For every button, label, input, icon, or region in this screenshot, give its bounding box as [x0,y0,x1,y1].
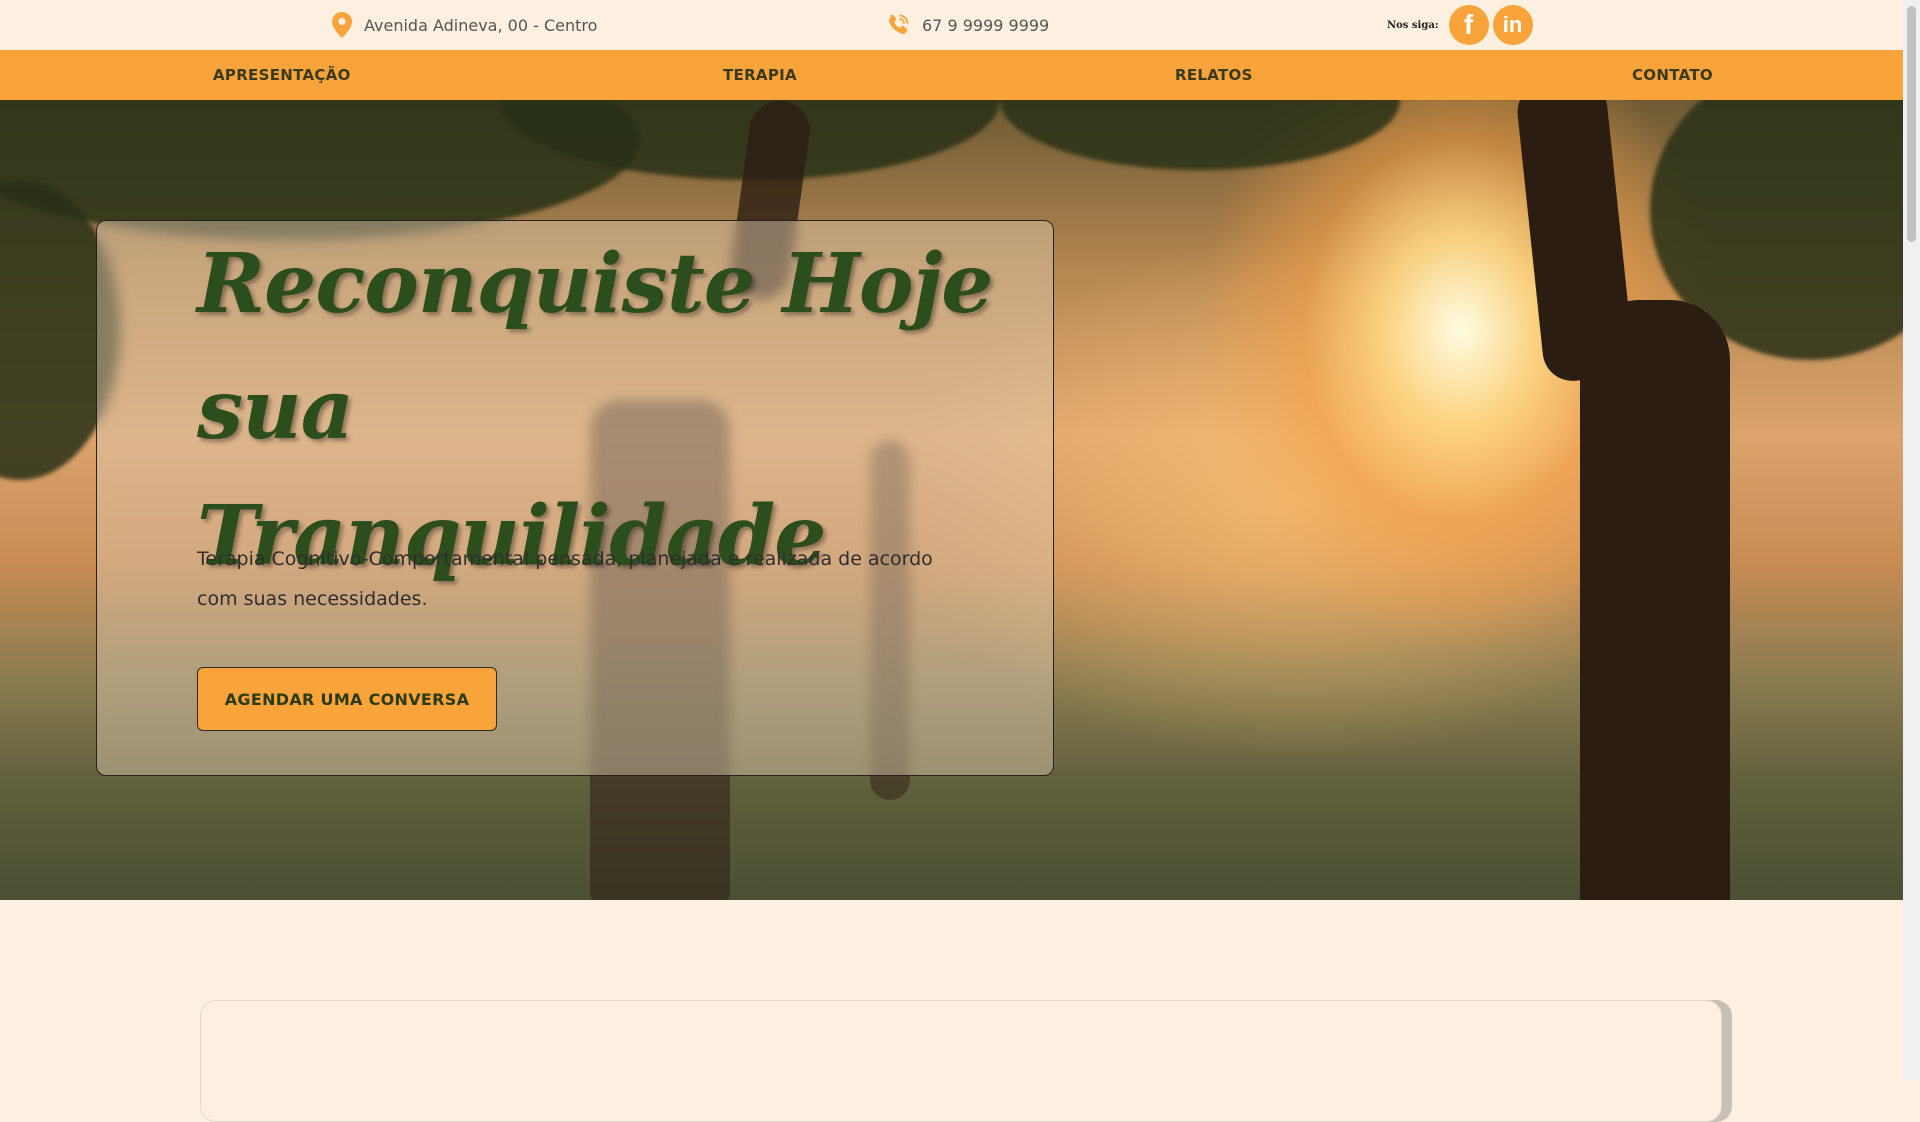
phone-icon [888,14,909,35]
social-links: Nos siga: f in [1387,0,1533,50]
linkedin-button[interactable]: in [1492,5,1533,45]
main-navigation: APRESENTAÇÃO TERAPIA RELATOS CONTATO [0,50,1903,100]
schedule-conversation-button[interactable]: AGENDAR UMA CONVERSA [197,667,497,731]
hero-headline-line1: Reconquiste Hoje [197,236,993,332]
nav-item-apresentacao[interactable]: APRESENTAÇÃO [213,50,351,100]
phone-text: 67 9 9999 9999 [922,15,1050,35]
content-panel [200,1000,1722,1122]
hero-section: Reconquiste Hoje sua Tranquilidade Terap… [0,100,1903,900]
scrollbar-thumb[interactable] [1907,6,1916,242]
hero-lead-text: Terapia Cognitivo-Comportamental pensada… [197,548,933,610]
linkedin-icon: in [1502,12,1523,37]
social-label: Nos siga: [1387,19,1439,31]
facebook-button[interactable]: f [1448,5,1489,45]
phone-info[interactable]: 67 9 9999 9999 [886,0,1049,50]
top-info-bar: Avenida Adineva, 00 - Centro 67 9 9999 9… [0,0,1903,50]
page-scrollbar[interactable] [1903,0,1920,1080]
address-text: Avenida Adineva, 00 - Centro [364,15,598,35]
location-pin-icon [332,12,352,38]
facebook-icon: f [1463,9,1474,40]
nav-item-contato[interactable]: CONTATO [1632,50,1713,100]
nav-item-relatos[interactable]: RELATOS [1175,50,1253,100]
address-info: Avenida Adineva, 00 - Centro [332,0,597,50]
hero-card: Reconquiste Hoje sua Tranquilidade Terap… [96,220,1054,776]
nav-item-terapia[interactable]: TERAPIA [723,50,797,100]
